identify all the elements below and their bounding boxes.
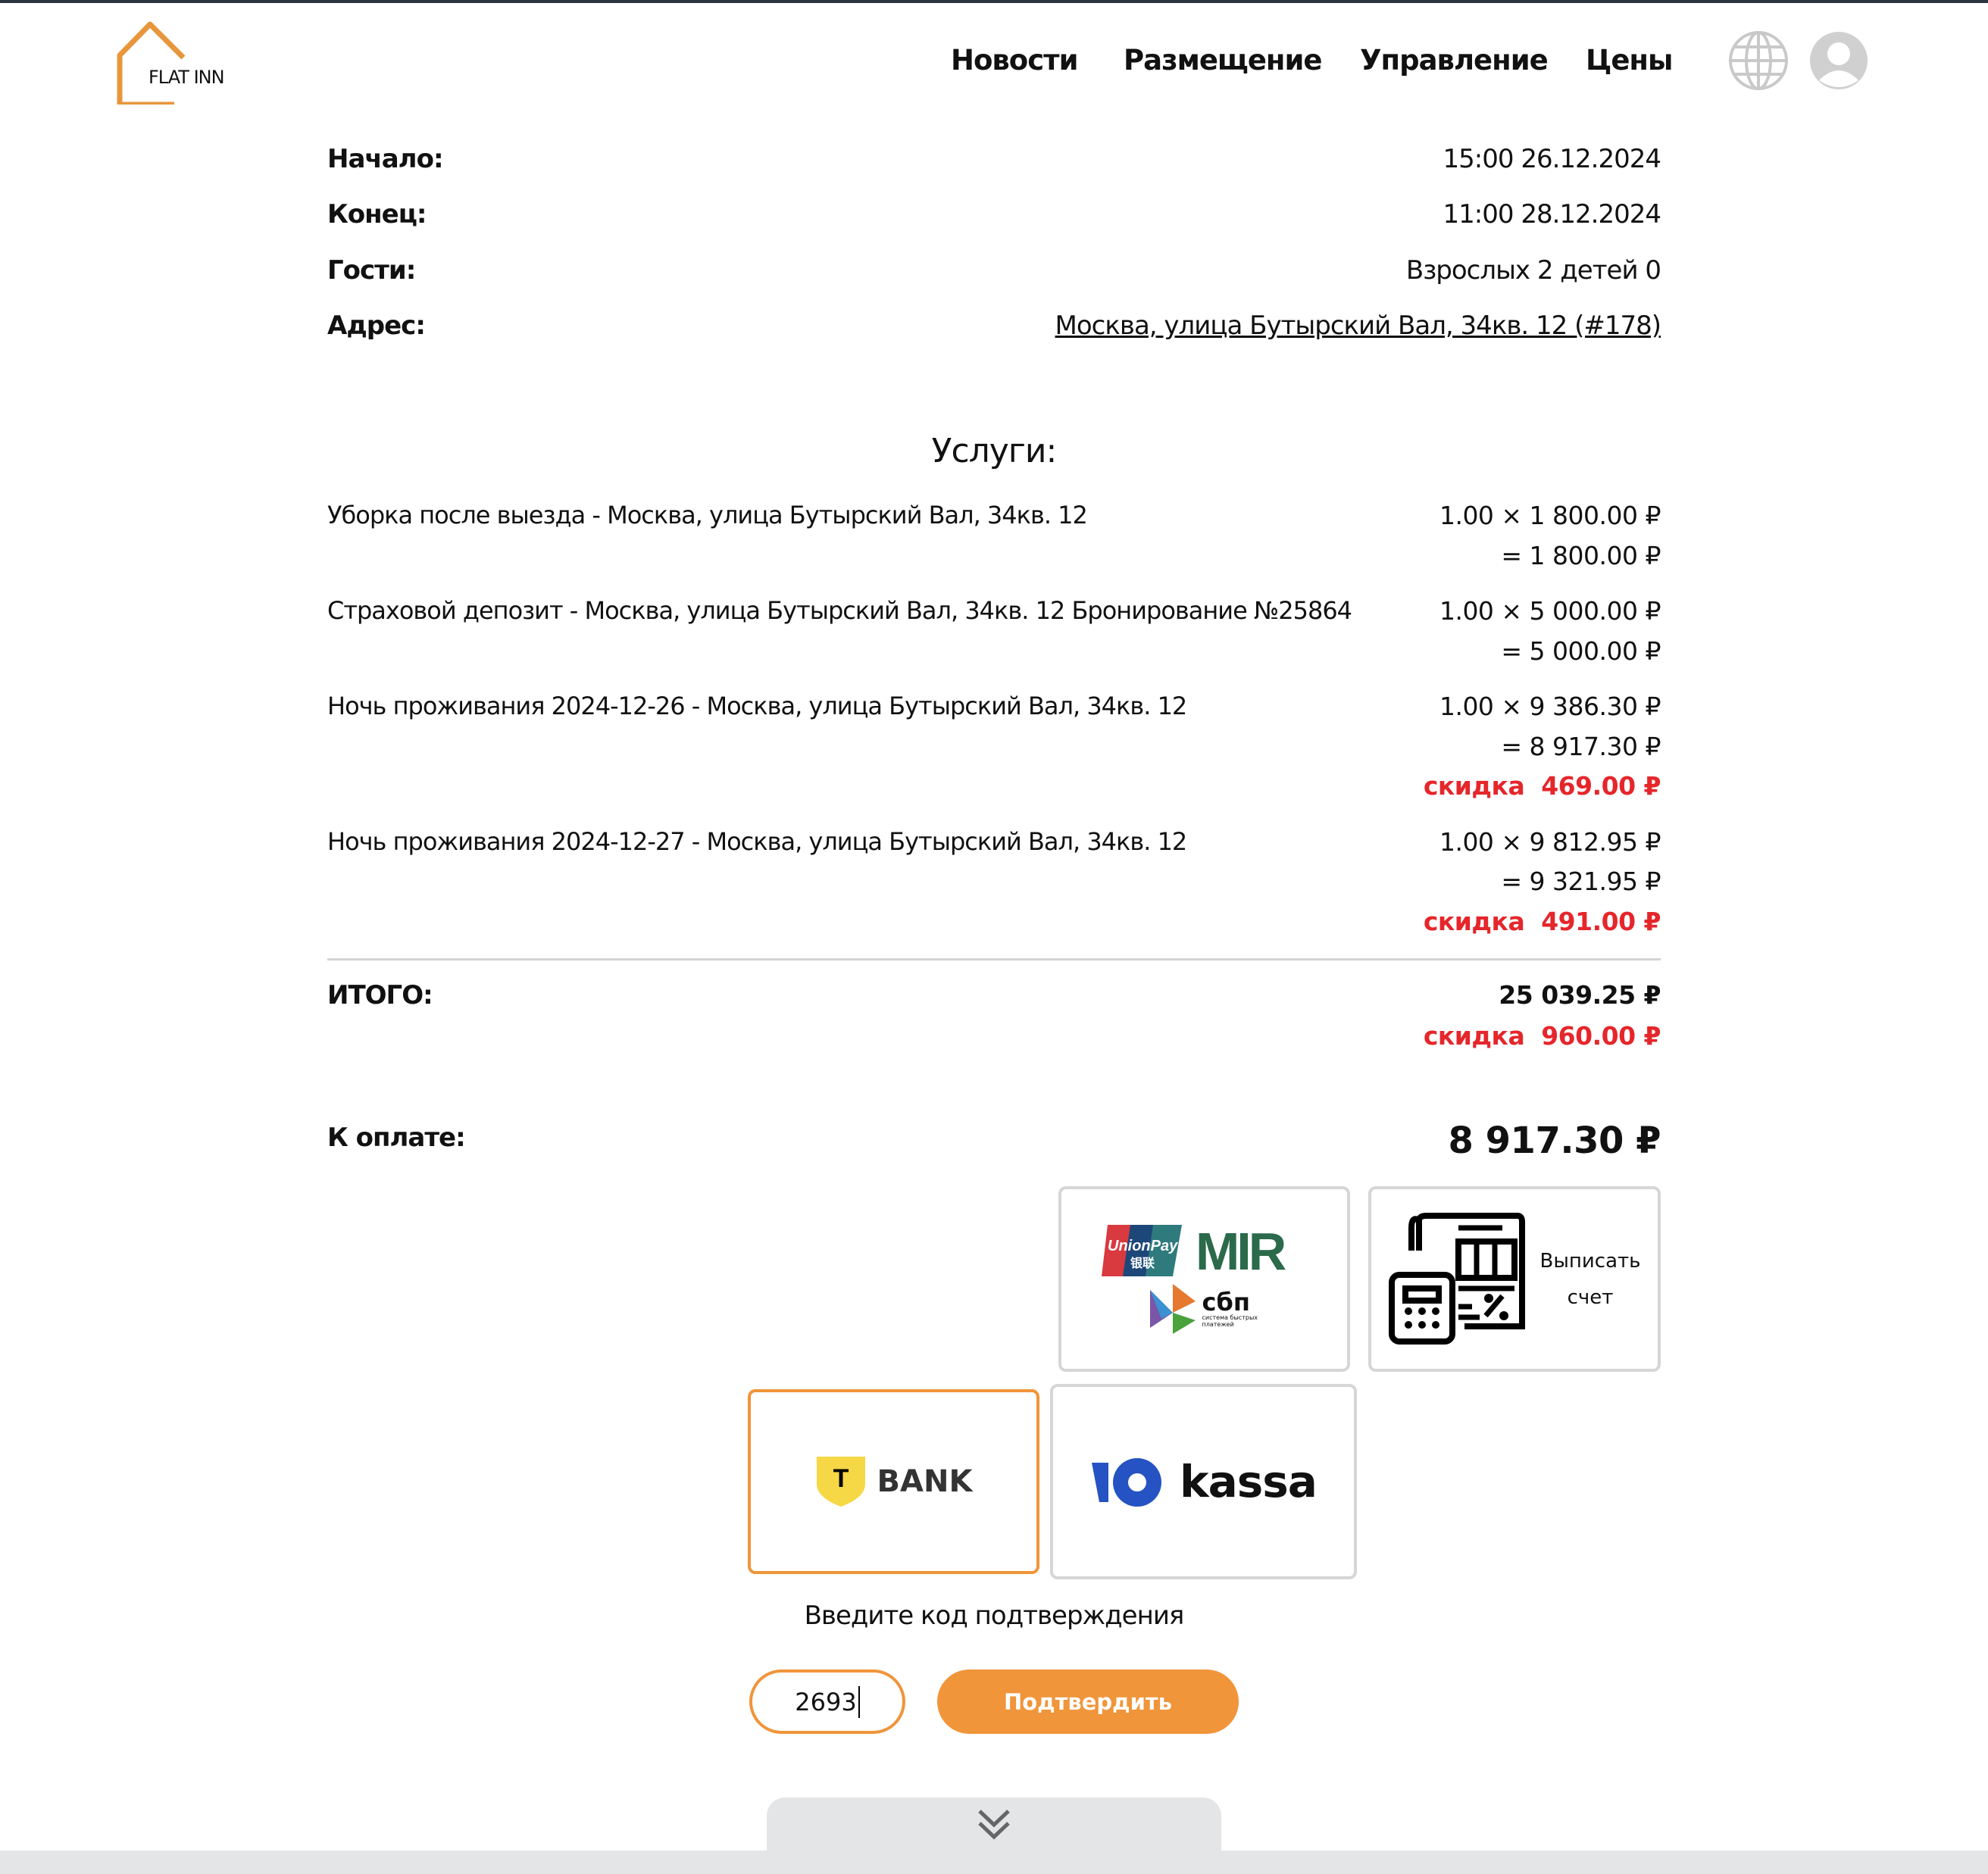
- service-name: Ночь проживания 2024-12-26 - Москва, ули…: [327, 692, 1187, 720]
- service-total: = 5 000.00 ₽: [1501, 636, 1661, 666]
- invoice-calculator-icon: [1388, 1213, 1525, 1345]
- globe-icon[interactable]: [1728, 30, 1789, 91]
- service-name: Уборка после выезда - Москва, улица Буты…: [327, 501, 1088, 529]
- svg-text:T: T: [833, 1464, 849, 1493]
- nav-placement[interactable]: Размещение: [1124, 44, 1323, 77]
- logo-text: FLAT INN: [148, 67, 225, 88]
- service-total: = 1 800.00 ₽: [1501, 541, 1661, 570]
- total-discount: скидка 960.00 ₽: [1423, 1021, 1661, 1051]
- yookassa-option[interactable]: kassa: [1050, 1384, 1357, 1579]
- house-logo-icon: [117, 21, 186, 108]
- start-value: 15:00 26.12.2024: [1443, 144, 1661, 174]
- yookassa-logo-icon: [1092, 1458, 1162, 1507]
- tbank-shield-icon: T: [816, 1457, 865, 1507]
- confirm-button[interactable]: Подтвердить: [937, 1669, 1239, 1734]
- total-label: ИТОГО:: [327, 980, 433, 1010]
- nav-news[interactable]: Новости: [951, 44, 1079, 77]
- expand-tab[interactable]: [767, 1797, 1221, 1858]
- service-total: = 8 917.30 ₽: [1501, 732, 1661, 761]
- address-label: Адрес:: [327, 311, 426, 341]
- start-label: Начало:: [327, 144, 444, 174]
- sbp-text: сбп: [1202, 1287, 1250, 1316]
- invoice-label-line1: Выписать: [1539, 1249, 1641, 1273]
- footer-bar: [0, 1851, 1988, 1874]
- guests-value: Взрослых 2 детей 0: [1405, 255, 1661, 286]
- double-chevron-down-icon: [978, 1810, 1010, 1840]
- service-qty-price: 1.00 × 9 386.30 ₽: [1439, 692, 1661, 721]
- svg-text:UnionPay: UnionPay: [1108, 1238, 1178, 1254]
- address-link[interactable]: Москва, улица Бутырский Вал, 34кв. 12 (#…: [1055, 311, 1661, 341]
- code-value: 2693: [795, 1687, 857, 1716]
- text-cursor: [858, 1685, 860, 1718]
- service-discount: скидка 469.00 ₽: [1423, 771, 1661, 801]
- services-title: Услуги:: [931, 432, 1058, 470]
- service-name: Ночь проживания 2024-12-27 - Москва, ули…: [327, 827, 1187, 856]
- card-payment-option[interactable]: UnionPay 银联 MIR сбп система быстрых платеж…: [1058, 1186, 1350, 1372]
- end-label: Конец:: [327, 199, 427, 230]
- invoice-option[interactable]: Выписать счет: [1368, 1186, 1661, 1372]
- mir-logo-icon: MIR: [1196, 1228, 1289, 1273]
- divider: [327, 958, 1661, 960]
- unionpay-logo-icon: UnionPay 银联: [1101, 1224, 1182, 1276]
- guests-label: Гости:: [327, 255, 416, 286]
- user-avatar-icon[interactable]: [1808, 30, 1869, 91]
- pay-value: 8 917.30 ₽: [1448, 1120, 1661, 1162]
- confirm-prompt: Введите код подтверждения: [804, 1601, 1185, 1631]
- nav-prices[interactable]: Цены: [1586, 44, 1673, 77]
- svg-text:MIR: MIR: [1196, 1228, 1286, 1273]
- sbp-logo-icon: [1149, 1283, 1196, 1334]
- invoice-label-line2: счет: [1567, 1285, 1614, 1309]
- pay-label: К оплате:: [327, 1123, 466, 1153]
- top-border: [0, 0, 1988, 3]
- svg-text:银联: 银联: [1130, 1256, 1155, 1270]
- end-value: 11:00 28.12.2024: [1443, 199, 1661, 230]
- service-total: = 9 321.95 ₽: [1501, 867, 1661, 896]
- kassa-text: kassa: [1180, 1456, 1318, 1507]
- service-name: Страховой депозит - Москва, улица Бутырс…: [327, 596, 1352, 625]
- tbank-text: BANK: [877, 1464, 973, 1499]
- service-qty-price: 1.00 × 9 812.95 ₽: [1439, 827, 1661, 857]
- service-discount: скидка 491.00 ₽: [1423, 907, 1661, 936]
- service-qty-price: 1.00 × 5 000.00 ₽: [1439, 596, 1661, 626]
- logo[interactable]: FLAT INN: [114, 21, 250, 108]
- sbp-subtext: система быстрых платежей: [1202, 1313, 1258, 1328]
- nav-management[interactable]: Управление: [1360, 44, 1549, 77]
- total-value: 25 039.25 ₽: [1499, 980, 1661, 1010]
- tbank-option-selected[interactable]: T BANK: [748, 1389, 1039, 1574]
- service-qty-price: 1.00 × 1 800.00 ₽: [1439, 501, 1661, 530]
- confirmation-code-input[interactable]: 2693: [749, 1669, 905, 1734]
